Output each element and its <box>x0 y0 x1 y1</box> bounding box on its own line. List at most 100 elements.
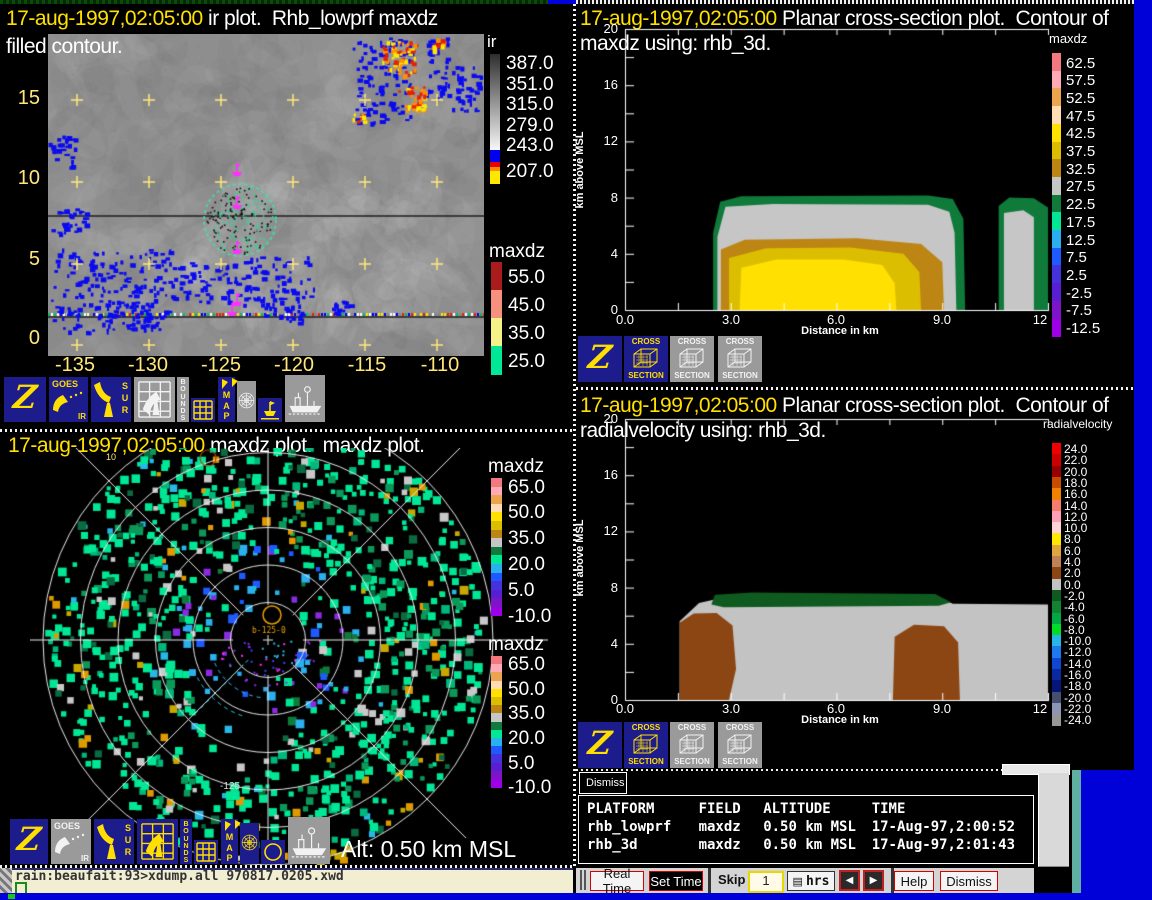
step-forward-button[interactable]: ▶ <box>863 870 884 891</box>
grid-button[interactable] <box>191 398 215 422</box>
radar-grid-button[interactable] <box>137 819 178 864</box>
step-back-button[interactable]: ◀ <box>839 870 860 891</box>
ppi-maxdz-colorbar-label: maxdz <box>488 456 544 478</box>
polar-grid-button[interactable] <box>237 381 256 422</box>
xs-maxdz-colorbar-segment <box>1052 265 1061 283</box>
dismiss-button[interactable]: Dismiss <box>940 871 998 891</box>
panel-separator-right <box>576 387 1134 390</box>
surveillance-radar-button[interactable]: SUR <box>94 819 134 864</box>
cross-section-button[interactable]: CROSSSECTION <box>624 722 668 768</box>
ppi-radar-image[interactable] <box>30 448 550 865</box>
cross-section-button[interactable]: CROSSSECTION <box>624 336 668 382</box>
cross-section-button[interactable]: CROSSSECTION <box>718 336 762 382</box>
ir-x-tick: -115 <box>348 354 387 377</box>
map-button[interactable]: MAP <box>218 377 235 422</box>
real-time-button[interactable]: Real Time <box>590 871 644 891</box>
xs-maxdz-ylabel: km above MSL <box>574 100 586 240</box>
status-cell: rhb_3d <box>587 836 699 854</box>
xs-radial-colorbar-segment <box>1052 669 1061 681</box>
ir-colorbar-value: 243.0 <box>506 135 554 157</box>
xs-maxdz-colorbar-segment <box>1052 124 1061 142</box>
cross-section-button[interactable]: CROSSSECTION <box>670 336 714 382</box>
xs-y-tick: 8 <box>592 190 618 205</box>
right-frame <box>1134 0 1152 900</box>
xs-y-tick: 20 <box>592 21 618 36</box>
hrs-unit-button[interactable]: ▤hrs <box>787 871 835 891</box>
xs-radial-ylabel: km above MSL <box>574 488 586 628</box>
window-resize-corner[interactable] <box>0 868 12 893</box>
xs-x-tick: 0.0 <box>616 701 634 716</box>
xs-radial-colorbar-segment <box>1052 454 1061 466</box>
xs-radial-colorbar-segment <box>1052 579 1061 591</box>
xs-radial-plot[interactable] <box>620 412 1052 708</box>
bounds-button[interactable]: BOUNDS <box>177 377 189 422</box>
xs-maxdz-colorbar-value: 2.5 <box>1066 267 1087 284</box>
map-button[interactable]: MAP <box>221 819 238 864</box>
status-col-header: ALTITUDE <box>763 800 872 818</box>
ppi-maxdz-colorbar-segment <box>491 607 502 616</box>
xs-maxdz-colorbar-segment <box>1052 106 1061 124</box>
goes-ir-button[interactable]: GOESIR <box>49 377 88 422</box>
zebra-logo-button[interactable]: Z <box>578 722 622 768</box>
ir-colorbar-value: 351.0 <box>506 74 554 96</box>
buoy-button[interactable] <box>258 398 282 422</box>
radar-grid-icon <box>139 822 176 861</box>
xs-maxdz-plot[interactable] <box>620 24 1052 316</box>
ir-colorbar-label: ir <box>487 32 496 52</box>
ir-colorbar-value: 279.0 <box>506 115 554 137</box>
help-button[interactable]: Help <box>894 871 934 891</box>
xs-y-tick: 16 <box>592 467 618 482</box>
ir-satellite-image[interactable] <box>48 34 484 356</box>
xs-y-tick: 16 <box>592 77 618 92</box>
ppi-maxdz-colorbar-value: 35.0 <box>508 703 545 725</box>
ir-maxdz-colorbar-segment <box>491 346 502 375</box>
ship-button[interactable] <box>288 817 330 864</box>
zebra-logo-button[interactable]: Z <box>578 336 622 382</box>
cube-icon <box>725 346 755 371</box>
skip-value-input[interactable]: 1 <box>748 871 784 893</box>
radar-grid-icon <box>136 380 173 419</box>
zebra-logo-button[interactable]: Z <box>4 377 46 422</box>
xs-radial-colorbar-segment <box>1052 522 1061 534</box>
ir-panel-title-line2: filled contour. <box>6 35 122 59</box>
status-dismiss-button[interactable]: Dismiss <box>579 772 627 794</box>
cross-label: CROSS <box>718 723 762 732</box>
cube-icon <box>631 732 661 757</box>
polar-grid-icon <box>238 392 255 409</box>
zebra-logo-button[interactable]: Z <box>10 819 48 864</box>
ir-maxdz-colorbar-value: 25.0 <box>508 351 545 373</box>
surveillance-radar-button[interactable]: SUR <box>91 377 131 422</box>
xs-maxdz-colorbar-segment <box>1052 283 1061 301</box>
radar-grid-button[interactable] <box>134 377 175 422</box>
grip-bars[interactable] <box>580 870 582 890</box>
zebra-z-icon: Z <box>576 722 624 764</box>
status-right-fill <box>1081 770 1152 900</box>
set-time-button[interactable]: Set Time <box>649 871 703 891</box>
ir-maxdz-colorbar-value: 35.0 <box>508 323 545 345</box>
xs-maxdz-colorbar-value: 62.5 <box>1066 55 1095 72</box>
ir-colorbar-gradient <box>490 54 500 150</box>
polar-grid-button[interactable] <box>240 823 259 864</box>
ir-x-tick: -135 <box>55 354 95 377</box>
cross-section-button[interactable]: CROSSSECTION <box>718 722 762 768</box>
scrollbar-thumb[interactable] <box>1038 773 1069 867</box>
xs-maxdz-colorbar-segment <box>1052 301 1061 319</box>
terminal-window[interactable]: rain:beaufait:93>xdump.all 970817.0205.x… <box>12 868 573 895</box>
ir-maxdz-colorbar-value: 45.0 <box>508 295 545 317</box>
grid-button[interactable] <box>194 840 218 864</box>
xs-x-tick: 3.0 <box>722 701 740 716</box>
ppi-maxdz-colorbar-value: 5.0 <box>508 753 534 775</box>
cube-icon <box>677 732 707 757</box>
ship-button[interactable] <box>285 375 325 422</box>
ir-colorbar-value: 207.0 <box>506 161 554 183</box>
bounds-button[interactable]: BOUNDS <box>180 819 192 864</box>
xs-radial-colorbar-segment <box>1052 624 1061 636</box>
section-label: SECTION <box>718 371 762 380</box>
xs-radial-colorbar-segment <box>1052 488 1061 500</box>
cross-section-button[interactable]: CROSSSECTION <box>670 722 714 768</box>
zebra-display-root: 17-aug-1997,02:05:00 ir plot. Rhb_lowprf… <box>0 0 1152 900</box>
circle-target-button[interactable] <box>261 840 285 864</box>
xs-y-tick: 12 <box>592 133 618 148</box>
goes-ir-button[interactable]: GOESIR <box>51 819 91 864</box>
cross-label: CROSS <box>670 337 714 346</box>
